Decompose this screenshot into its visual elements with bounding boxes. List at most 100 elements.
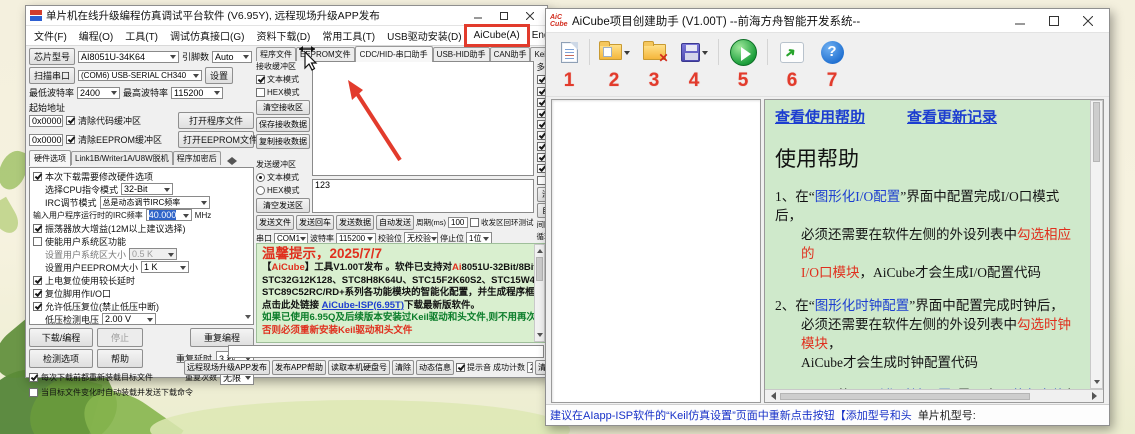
check-options-button[interactable]: 检测选项 (29, 349, 93, 368)
read-disk-id-button[interactable]: 读取本机硬盘号 (328, 360, 391, 375)
menu-file[interactable]: 文件(F) (28, 26, 73, 45)
view-changelog-link[interactable]: 查看更新记录 (907, 106, 997, 127)
tab-usb-hid[interactable]: USB-HID助手 (432, 47, 490, 61)
clear-send-button[interactable]: 清空发送区 (256, 198, 310, 213)
period-field[interactable]: 100 (448, 217, 468, 228)
clear-recv-button[interactable]: 清空接收区 (256, 100, 310, 115)
osc-gain-checkbox[interactable] (33, 223, 42, 233)
send-enter-button[interactable]: 发送回车 (296, 215, 334, 230)
publish-help-button[interactable]: 发布APP帮助 (272, 360, 327, 375)
open-eeprom-file-button[interactable]: 打开EEPROM文件 (178, 131, 258, 148)
help-vertical-scrollbar[interactable] (1090, 100, 1103, 389)
minimize-icon[interactable] (1003, 10, 1037, 32)
chip-model-combo[interactable]: AI8051U-34K64 (78, 50, 180, 63)
project-tree-panel[interactable] (551, 99, 761, 403)
irc-mode-combo[interactable]: 总是动态调节IRC频率 (99, 195, 210, 209)
modify-hw-checkbox[interactable] (33, 171, 42, 181)
tab-scroll-left-icon[interactable] (223, 157, 232, 165)
recv-hex-mode-checkbox[interactable] (256, 88, 265, 97)
notice-scrollbar[interactable] (534, 244, 545, 342)
tab-cdc-hid-serial[interactable]: CDC/HID-串口助手 (354, 46, 433, 62)
beep-checkbox[interactable] (456, 363, 466, 372)
eeprom-addr-field[interactable]: 0x0000 (29, 133, 63, 146)
open-code-file-button[interactable]: 打开程序文件 (178, 112, 254, 129)
reload-target-checkbox[interactable] (29, 373, 38, 382)
help-horizontal-scrollbar[interactable] (765, 389, 1103, 402)
close-icon[interactable] (517, 8, 543, 24)
copy-recv-button[interactable]: 复制接收数据 (256, 134, 310, 149)
long-delay-checkbox[interactable] (33, 275, 42, 285)
send-textarea[interactable]: 123 (312, 179, 534, 213)
lvr-checkbox[interactable] (33, 301, 42, 311)
close-project-icon[interactable]: ✕ (635, 41, 673, 64)
min-baud-combo[interactable]: 2400 (77, 86, 121, 99)
menu-tools[interactable]: 工具(T) (119, 26, 164, 45)
stop-button[interactable]: 停止 (97, 328, 143, 347)
sys-area-checkbox[interactable] (33, 236, 42, 246)
help-icon[interactable] (813, 40, 851, 64)
tab-offline-writer[interactable]: Link1B/Writer1A/U8W脱机 (71, 151, 173, 165)
tab-program-file[interactable]: 程序文件 (256, 47, 296, 61)
scan-port-button[interactable]: 扫描串口 (29, 67, 76, 84)
help-item-1: 1、在“图形化I/O配置”界面中配置完成I/O口模式后， 必须还需要在软件左侧的… (775, 189, 1071, 280)
cpu-mode-combo[interactable]: 32-Bit (121, 183, 174, 195)
lvd-voltage-combo[interactable]: 2.00 V (102, 313, 157, 324)
dynamic-info-button[interactable]: 动态信息 (416, 360, 455, 375)
download-button[interactable]: 下载/编程 (29, 328, 93, 347)
scroll-right-icon[interactable] (1092, 392, 1101, 400)
sys-size-combo[interactable]: 0.5 K (129, 248, 178, 260)
remote-upgrade-publish-button[interactable]: 远程现场升级APP发布 (184, 360, 271, 375)
view-help-link[interactable]: 查看使用帮助 (775, 106, 865, 127)
irc-freq-combo[interactable]: 40.000 (145, 209, 192, 221)
tab-encrypt[interactable]: 程序加密后 (172, 151, 221, 165)
port-settings-button[interactable]: 设置 (205, 67, 234, 84)
clear-button[interactable]: 清除 (392, 360, 415, 375)
code-addr-field[interactable]: 0x0000 (29, 114, 63, 127)
minimize-icon[interactable] (465, 8, 491, 24)
menu-downloads[interactable]: 资料下载(D) (250, 26, 316, 45)
menu-program[interactable]: 编程(O) (73, 26, 119, 45)
tab-hw-options[interactable]: 硬件选项 (29, 150, 71, 166)
menu-debug-interface[interactable]: 调试仿真接口(G) (164, 26, 250, 45)
tab-scroll-right-icon[interactable] (231, 157, 241, 165)
receive-textarea[interactable] (312, 61, 534, 176)
reset-io-checkbox[interactable] (33, 288, 42, 298)
help-button[interactable]: 帮助 (97, 349, 143, 368)
scroll-left-icon[interactable] (767, 392, 776, 400)
serial-port-combo[interactable]: (COM6) USB-SERIAL CH340 (78, 70, 203, 81)
menu-usb-driver[interactable]: USB驱动安装(D) (381, 26, 467, 45)
publish-path-field[interactable] (228, 345, 544, 358)
open-dropdown-icon[interactable] (623, 50, 630, 58)
chip-model-button[interactable]: 芯片型号 (29, 48, 76, 65)
export-icon[interactable] (771, 41, 813, 63)
eeprom-size-combo[interactable]: 1 K (141, 261, 190, 273)
menu-common-tools[interactable]: 常用工具(T) (316, 26, 381, 45)
tab-eeprom-file[interactable]: EEPROM文件 (296, 47, 355, 61)
open-project-icon[interactable] (593, 41, 635, 60)
send-data-button[interactable]: 发送数据 (336, 215, 374, 230)
maximize-icon[interactable] (1037, 10, 1071, 32)
save-project-icon[interactable] (673, 42, 715, 62)
generate-run-icon[interactable] (722, 38, 764, 66)
clear-code-checkbox[interactable] (66, 116, 75, 125)
maximize-icon[interactable] (491, 8, 517, 24)
send-text-mode-radio[interactable] (256, 173, 265, 182)
save-dropdown-icon[interactable] (701, 50, 708, 58)
send-hex-mode-radio[interactable] (256, 186, 265, 195)
max-baud-combo[interactable]: 115200 (171, 86, 224, 99)
aicube-window-title: AiCube项目创建助手 (V1.00T) --前海方舟智能开发系统-- (572, 15, 861, 28)
pin-count-combo[interactable]: Auto (212, 50, 253, 63)
aicube-isp-link[interactable]: AiCube-ISP(6.95T) (322, 300, 404, 311)
tab-can[interactable]: CAN助手 (489, 47, 531, 61)
options-scroll-down-icon[interactable] (245, 315, 251, 322)
save-recv-button[interactable]: 保存接收数据 (256, 117, 310, 132)
recv-text-mode-checkbox[interactable] (256, 75, 265, 84)
menu-aicube[interactable]: AiCube(A) (463, 24, 530, 47)
new-project-icon[interactable] (552, 41, 586, 63)
loopback-checkbox[interactable] (470, 218, 479, 227)
autoload-checkbox[interactable] (29, 388, 38, 397)
clear-eeprom-checkbox[interactable] (66, 135, 75, 144)
send-file-button[interactable]: 发送文件 (256, 215, 294, 230)
close-icon[interactable] (1071, 10, 1105, 32)
auto-send-button[interactable]: 自动发送 (376, 215, 414, 230)
